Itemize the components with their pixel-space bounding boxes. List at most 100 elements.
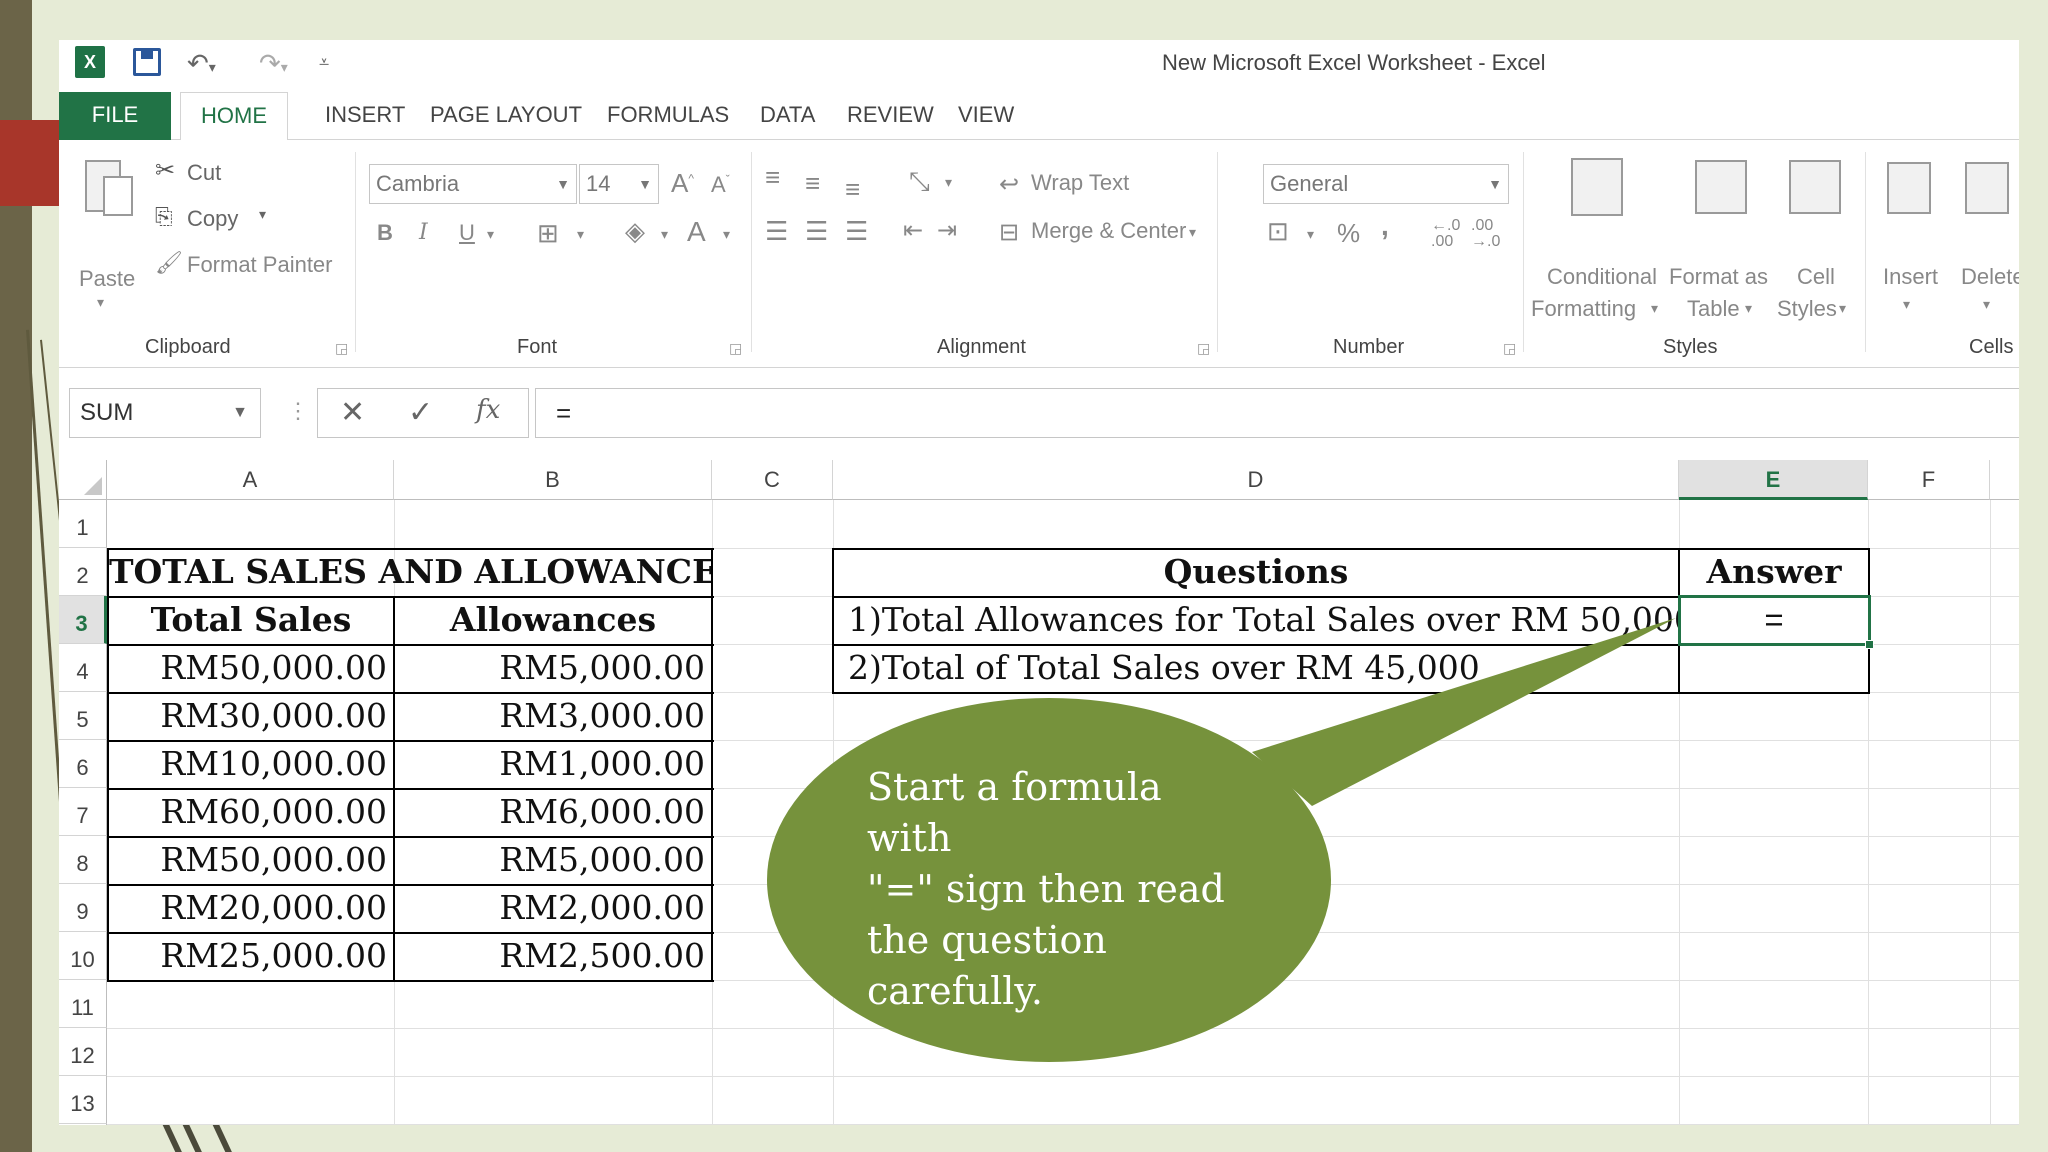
bold-button[interactable]: B	[377, 220, 393, 246]
align-left-icon[interactable]: ☰	[765, 216, 788, 247]
cell-total-sales[interactable]: RM50,000.00	[109, 837, 393, 883]
merge-center-icon[interactable]: ⊟	[999, 218, 1019, 247]
delete-cells-dropdown-icon[interactable]: ▾	[1983, 296, 1990, 313]
font-size-combo[interactable]: 14 ▼	[579, 164, 659, 204]
accounting-dropdown-icon[interactable]: ▾	[1307, 226, 1314, 243]
question-2[interactable]: 2)Total of Total Sales over RM 45,000	[834, 645, 1678, 691]
sales-table-title[interactable]: TOTAL SALES AND ALLOWANCES	[109, 549, 711, 595]
name-box[interactable]: SUM ▼	[69, 388, 261, 438]
row-header-1[interactable]: 1	[59, 500, 107, 548]
tab-formulas[interactable]: FORMULAS	[587, 92, 749, 140]
delete-cells-icon[interactable]	[1965, 162, 2009, 214]
underline-button[interactable]: U	[459, 220, 475, 246]
orientation-dropdown-icon[interactable]: ▾	[945, 174, 952, 191]
cell-allowance[interactable]: RM2,500.00	[395, 933, 711, 979]
orientation-icon[interactable]: ⤡	[909, 166, 930, 198]
column-header-d[interactable]: D	[833, 460, 1679, 500]
grow-font-icon[interactable]: A^	[671, 168, 694, 199]
cell-allowance[interactable]: RM1,000.00	[395, 741, 711, 787]
decrease-indent-icon[interactable]: ⇤	[903, 216, 923, 245]
tab-page-layout[interactable]: PAGE LAYOUT	[410, 92, 602, 140]
header-allowances[interactable]: Allowances	[395, 597, 711, 643]
merge-center-button[interactable]: Merge & Center	[1031, 218, 1186, 244]
conditional-formatting-icon[interactable]	[1571, 158, 1623, 216]
italic-button[interactable]: I	[419, 220, 428, 245]
top-align-icon[interactable]: ≡	[765, 162, 780, 193]
save-icon[interactable]	[133, 48, 161, 76]
row-header-14[interactable]: 14	[59, 1124, 107, 1125]
row-header-8[interactable]: 8	[59, 836, 107, 884]
row-header-7[interactable]: 7	[59, 788, 107, 836]
row-header-12[interactable]: 12	[59, 1028, 107, 1076]
clipboard-launcher-icon[interactable]: ◲	[335, 340, 348, 357]
formula-bar-resize-handle[interactable]: ⋮	[287, 398, 309, 424]
cell-total-sales[interactable]: RM20,000.00	[109, 885, 393, 931]
redo-icon[interactable]: ↷▾	[259, 48, 288, 79]
underline-dropdown-icon[interactable]: ▾	[487, 226, 494, 243]
cell-allowance[interactable]: RM2,000.00	[395, 885, 711, 931]
cell-total-sales[interactable]: RM50,000.00	[109, 645, 393, 691]
center-icon[interactable]: ☰	[805, 216, 828, 247]
format-as-table-label-2[interactable]: Table	[1687, 296, 1740, 322]
cell-styles-icon[interactable]	[1789, 160, 1841, 214]
bottom-align-icon[interactable]: ≡	[845, 174, 860, 205]
format-painter-icon[interactable]: 🖌	[155, 250, 183, 276]
cell-styles-label-1[interactable]: Cell	[1797, 264, 1835, 290]
column-header-b[interactable]: B	[394, 460, 712, 500]
font-color-dropdown-icon[interactable]: ▾	[723, 226, 730, 243]
row-header-5[interactable]: 5	[59, 692, 107, 740]
insert-cells-icon[interactable]	[1887, 162, 1931, 214]
questions-header[interactable]: Questions	[834, 549, 1678, 595]
copy-dropdown-icon[interactable]: ▾	[259, 206, 266, 223]
header-total-sales[interactable]: Total Sales	[109, 597, 393, 643]
tab-data[interactable]: DATA	[740, 92, 835, 140]
accounting-format-icon[interactable]: ⊡	[1267, 216, 1289, 247]
conditional-formatting-label-1[interactable]: Conditional	[1537, 264, 1667, 290]
conditional-formatting-label-2[interactable]: Formatting	[1531, 296, 1636, 322]
answer-2[interactable]	[1680, 645, 1868, 691]
tab-review[interactable]: REVIEW	[827, 92, 954, 140]
font-launcher-icon[interactable]: ◲	[729, 340, 742, 357]
cut-icon[interactable]: ✂	[155, 156, 175, 185]
formula-input[interactable]: =	[535, 388, 2019, 438]
row-header-3[interactable]: 3	[59, 596, 107, 644]
cell-styles-dropdown-icon[interactable]: ▾	[1839, 300, 1846, 317]
number-launcher-icon[interactable]: ◲	[1503, 340, 1516, 357]
column-header-g[interactable]	[1990, 460, 2019, 500]
font-color-icon[interactable]: A	[687, 216, 706, 248]
column-header-e[interactable]: E	[1679, 460, 1868, 500]
answer-header[interactable]: Answer	[1680, 549, 1868, 595]
column-header-f[interactable]: F	[1868, 460, 1990, 500]
borders-dropdown-icon[interactable]: ▾	[577, 226, 584, 243]
row-header-2[interactable]: 2	[59, 548, 107, 596]
cut-button[interactable]: Cut	[187, 160, 221, 186]
format-as-table-icon[interactable]	[1695, 160, 1747, 214]
tab-file[interactable]: FILE	[59, 92, 171, 140]
row-header-4[interactable]: 4	[59, 644, 107, 692]
shrink-font-icon[interactable]: Aˇ	[711, 172, 730, 198]
excel-logo-icon[interactable]: X	[75, 46, 105, 78]
merge-center-dropdown-icon[interactable]: ▾	[1189, 224, 1196, 241]
customize-qat-icon[interactable]: ⩡	[319, 52, 329, 73]
fill-color-dropdown-icon[interactable]: ▾	[661, 226, 668, 243]
insert-cells-dropdown-icon[interactable]: ▾	[1903, 296, 1910, 313]
delete-cells-button[interactable]: Delete	[1961, 264, 2019, 290]
borders-icon[interactable]: ⊞	[537, 218, 559, 249]
paste-dropdown-icon[interactable]: ▾	[97, 294, 104, 311]
tab-insert[interactable]: INSERT	[305, 92, 425, 140]
tab-view[interactable]: VIEW	[938, 92, 1034, 140]
cell-allowance[interactable]: RM5,000.00	[395, 645, 711, 691]
increase-decimal-icon[interactable]: ←.0.00	[1431, 218, 1460, 250]
cell-allowance[interactable]: RM5,000.00	[395, 837, 711, 883]
format-as-table-label-1[interactable]: Format as	[1669, 264, 1768, 290]
column-header-c[interactable]: C	[712, 460, 833, 500]
decrease-decimal-icon[interactable]: .00 →.0	[1471, 218, 1500, 250]
cell-total-sales[interactable]: RM10,000.00	[109, 741, 393, 787]
alignment-launcher-icon[interactable]: ◲	[1197, 340, 1210, 357]
cell-styles-label-2[interactable]: Styles	[1777, 296, 1837, 322]
copy-button[interactable]: Copy	[187, 206, 238, 232]
percent-style-button[interactable]: %	[1337, 218, 1360, 249]
question-1[interactable]: 1)Total Allowances for Total Sales over …	[834, 597, 1678, 643]
enter-icon[interactable]: ✓	[408, 395, 433, 430]
copy-icon[interactable]: ⎘	[155, 204, 173, 230]
